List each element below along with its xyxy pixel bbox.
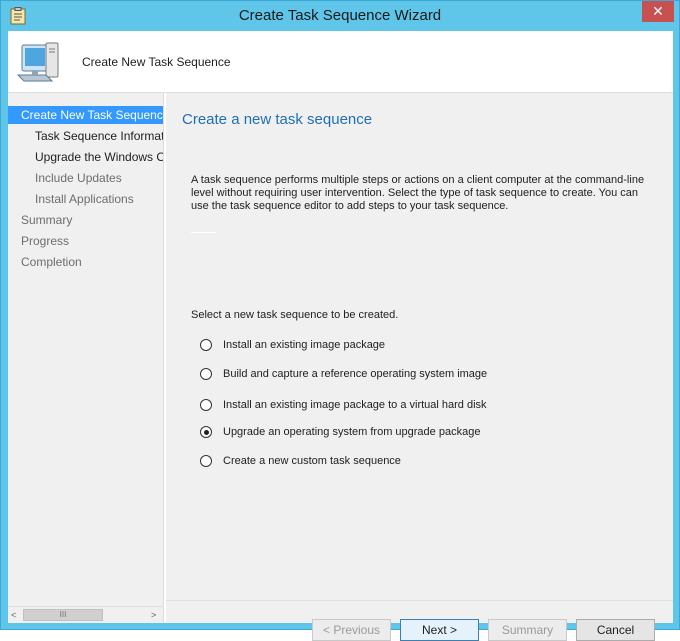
header-title: Create New Task Sequence bbox=[82, 55, 231, 69]
radio-button-selected[interactable] bbox=[200, 426, 212, 438]
nav-step-include-updates[interactable]: Include Updates bbox=[8, 169, 163, 187]
close-button[interactable]: ✕ bbox=[642, 1, 674, 22]
option-label[interactable]: Upgrade an operating system from upgrade… bbox=[223, 426, 480, 438]
nav-step-install-applications[interactable]: Install Applications bbox=[8, 190, 163, 208]
client-area: Create New Task Sequence Create New Task… bbox=[8, 31, 673, 641]
wizard-steps-nav: Create New Task Sequence Task Sequence I… bbox=[8, 103, 163, 611]
cancel-button[interactable]: Cancel bbox=[576, 619, 655, 641]
footer-separator bbox=[166, 600, 673, 601]
nav-step-create-new-task-sequence[interactable]: Create New Task Sequence bbox=[8, 106, 163, 124]
page-title: Create a new task sequence bbox=[182, 111, 373, 128]
scroll-left-icon[interactable]: < bbox=[11, 610, 16, 620]
scroll-right-icon[interactable]: > bbox=[151, 610, 156, 620]
computer-icon bbox=[16, 42, 59, 82]
nav-step-task-sequence-information[interactable]: Task Sequence Information bbox=[8, 127, 163, 145]
option-label[interactable]: Build and capture a reference operating … bbox=[223, 368, 487, 380]
radio-button[interactable] bbox=[200, 455, 212, 467]
option-build-and-capture[interactable]: Build and capture a reference operating … bbox=[200, 366, 487, 382]
selection-prompt: Select a new task sequence to be created… bbox=[191, 309, 399, 321]
option-upgrade-os[interactable]: Upgrade an operating system from upgrade… bbox=[200, 424, 480, 440]
page-description: A task sequence performs multiple steps … bbox=[191, 174, 645, 212]
radio-button[interactable] bbox=[200, 399, 212, 411]
option-install-to-vhd[interactable]: Install an existing image package to a v… bbox=[200, 397, 487, 413]
radio-button[interactable] bbox=[200, 339, 212, 351]
option-install-existing-image[interactable]: Install an existing image package bbox=[200, 337, 385, 353]
wizard-window: Create Task Sequence Wizard ✕ Create New… bbox=[0, 0, 680, 641]
nav-step-progress[interactable]: Progress bbox=[8, 232, 163, 250]
title-bar[interactable]: Create Task Sequence Wizard ✕ bbox=[1, 1, 679, 31]
option-label[interactable]: Create a new custom task sequence bbox=[223, 455, 401, 467]
summary-button[interactable]: Summary bbox=[488, 619, 567, 641]
window-title: Create Task Sequence Wizard bbox=[238, 7, 442, 24]
wizard-page: Create a new task sequence A task sequen… bbox=[166, 93, 673, 641]
nav-horizontal-scrollbar[interactable]: < III > bbox=[8, 606, 163, 623]
nav-step-summary[interactable]: Summary bbox=[8, 211, 163, 229]
nav-step-completion[interactable]: Completion bbox=[8, 253, 163, 271]
option-label[interactable]: Install an existing image package bbox=[223, 339, 385, 351]
option-label[interactable]: Install an existing image package to a v… bbox=[223, 399, 487, 411]
previous-button[interactable]: < Previous bbox=[312, 619, 391, 641]
option-custom-task-sequence[interactable]: Create a new custom task sequence bbox=[200, 453, 401, 469]
next-button[interactable]: Next > bbox=[400, 619, 479, 641]
separator bbox=[191, 232, 216, 233]
nav-step-upgrade-windows[interactable]: Upgrade the Windows Operating System bbox=[8, 148, 163, 166]
wizard-header: Create New Task Sequence bbox=[8, 31, 673, 93]
scroll-thumb[interactable]: III bbox=[23, 609, 103, 621]
radio-button[interactable] bbox=[200, 368, 212, 380]
